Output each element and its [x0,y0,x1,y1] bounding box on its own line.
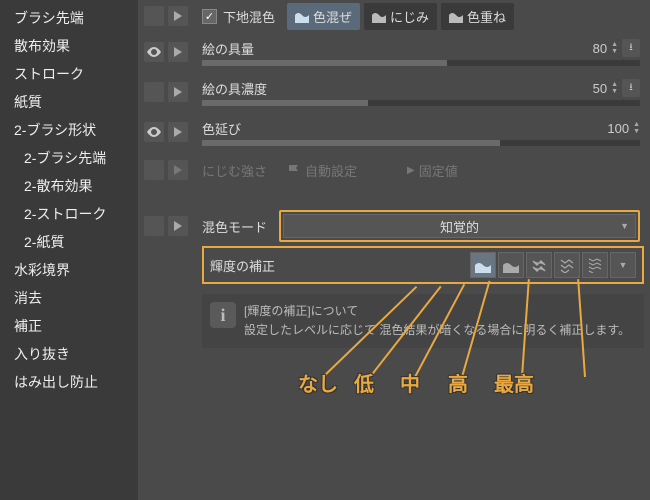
info-panel: i [輝度の補正]について 設定したレベルに応じて 混色結果が暗くなる場合に明る… [202,294,644,348]
level-mid-icon [531,257,547,273]
sidebar-item-overflow[interactable]: はみ出し防止 [0,368,138,396]
check-icon: ✓ [205,10,214,23]
row-indicator [144,160,164,180]
sidebar-item-stroke[interactable]: ストローク [0,60,138,88]
expand-icon [174,221,182,231]
mix-mode-label: 混色モード [202,217,267,236]
annotation-low: 低 [354,368,374,397]
expand-icon [174,87,182,97]
annotation-none: なし [298,368,338,397]
mix-mode-highlight: 知覚的 ▼ [279,210,640,242]
play-icon: ▶ [407,165,415,176]
mode-label: にじみ [390,7,429,26]
value-spinner[interactable]: ▲▼ [611,81,618,95]
mode-colormix-button[interactable]: 色混ぜ [287,3,360,30]
level-max-icon [587,257,603,273]
mode-bleed-button[interactable]: にじみ [364,3,437,30]
sidebar-item-scatter[interactable]: 散布効果 [0,32,138,60]
eye-icon [146,124,162,140]
sidebar: ブラシ先端 散布効果 ストローク 紙質 2-ブラシ形状 2-ブラシ先端 2-散布… [0,0,138,500]
bleed-strength-label: にじむ強さ [202,161,267,180]
info-title: [輝度の補正]について [244,302,630,321]
color-spread-slider[interactable] [202,140,640,146]
download-icon[interactable]: ⭳ [622,79,640,97]
lum-dropdown[interactable]: ▼ [610,252,636,278]
luminance-highlight: 輝度の補正 ▼ [202,246,644,284]
overlay-icon [449,9,463,23]
row-expand[interactable] [168,82,188,102]
paint-amount-value: 80 [593,41,607,56]
row-expand[interactable] [168,122,188,142]
row-expand[interactable] [168,42,188,62]
mode-overlay-button[interactable]: 色重ね [441,3,514,30]
mix-mode-dropdown[interactable]: 知覚的 ▼ [283,214,636,238]
annotation-high: 高 [448,368,468,397]
main-panel: ✓ 下地混色 色混ぜ にじみ 色重ね 絵の具量 [138,0,650,348]
color-spread-value: 100 [607,121,629,136]
paint-amount-label: 絵の具量 [202,39,254,58]
chevron-down-icon: ▼ [620,221,629,231]
mode-label: 色重ね [467,7,506,26]
sidebar-item-correction[interactable]: 補正 [0,312,138,340]
sidebar-item-inout[interactable]: 入り抜き [0,340,138,368]
base-mix-checkbox[interactable]: ✓ [202,9,217,24]
visibility-toggle[interactable] [144,42,164,62]
color-spread-label: 色延び [202,119,241,138]
lum-none-button[interactable] [470,252,496,278]
row-indicator[interactable] [144,216,164,236]
row-indicator[interactable] [144,82,164,102]
info-icon: i [210,302,236,328]
sidebar-item-brushshape2[interactable]: 2-ブラシ形状 [0,116,138,144]
level-low-icon [503,257,519,273]
sidebar-item-stroke2[interactable]: 2-ストローク [0,200,138,228]
base-mix-label: 下地混色 [223,7,275,26]
value-spinner[interactable]: ▲▼ [611,41,618,55]
flag-icon [287,163,301,177]
mix-mode-value: 知覚的 [440,217,479,236]
level-none-icon [475,257,491,273]
lum-mid-button[interactable] [526,252,552,278]
lum-max-button[interactable] [582,252,608,278]
info-body: 設定したレベルに応じて 混色結果が暗くなる場合に明るく補正します。 [244,321,630,340]
download-icon[interactable]: ⭳ [622,39,640,57]
luminance-label: 輝度の補正 [210,256,468,275]
row-indicator[interactable] [144,6,164,26]
auto-set-button: 自動設定 [279,157,365,184]
annotation-mid: 中 [400,368,420,397]
row-expand [168,160,188,180]
paint-density-slider[interactable] [202,100,640,106]
visibility-toggle[interactable] [144,122,164,142]
mode-label: 色混ぜ [313,7,352,26]
lum-low-button[interactable] [498,252,524,278]
sidebar-item-scatter2[interactable]: 2-散布効果 [0,172,138,200]
paint-amount-slider[interactable] [202,60,640,66]
chevron-down-icon: ▼ [619,260,628,270]
sidebar-item-wateredge[interactable]: 水彩境界 [0,256,138,284]
level-high-icon [559,257,575,273]
sidebar-item-brushtip[interactable]: ブラシ先端 [0,4,138,32]
sidebar-item-paper[interactable]: 紙質 [0,88,138,116]
blend-icon [295,9,309,23]
paint-density-value: 50 [593,81,607,96]
sidebar-item-brushtip2[interactable]: 2-ブラシ先端 [0,144,138,172]
eye-icon [146,44,162,60]
fixed-value-button: ▶ 固定値 [399,157,466,184]
expand-icon [174,47,182,57]
expand-icon [174,127,182,137]
sidebar-item-paper2[interactable]: 2-紙質 [0,228,138,256]
row-expand[interactable] [168,6,188,26]
expand-icon [174,11,182,21]
bleed-icon [372,9,386,23]
annotation-max: 最高 [494,368,534,397]
expand-icon [174,165,182,175]
sidebar-item-erase[interactable]: 消去 [0,284,138,312]
value-spinner[interactable]: ▲▼ [633,121,640,135]
paint-density-label: 絵の具濃度 [202,79,267,98]
row-expand[interactable] [168,216,188,236]
lum-high-button[interactable] [554,252,580,278]
